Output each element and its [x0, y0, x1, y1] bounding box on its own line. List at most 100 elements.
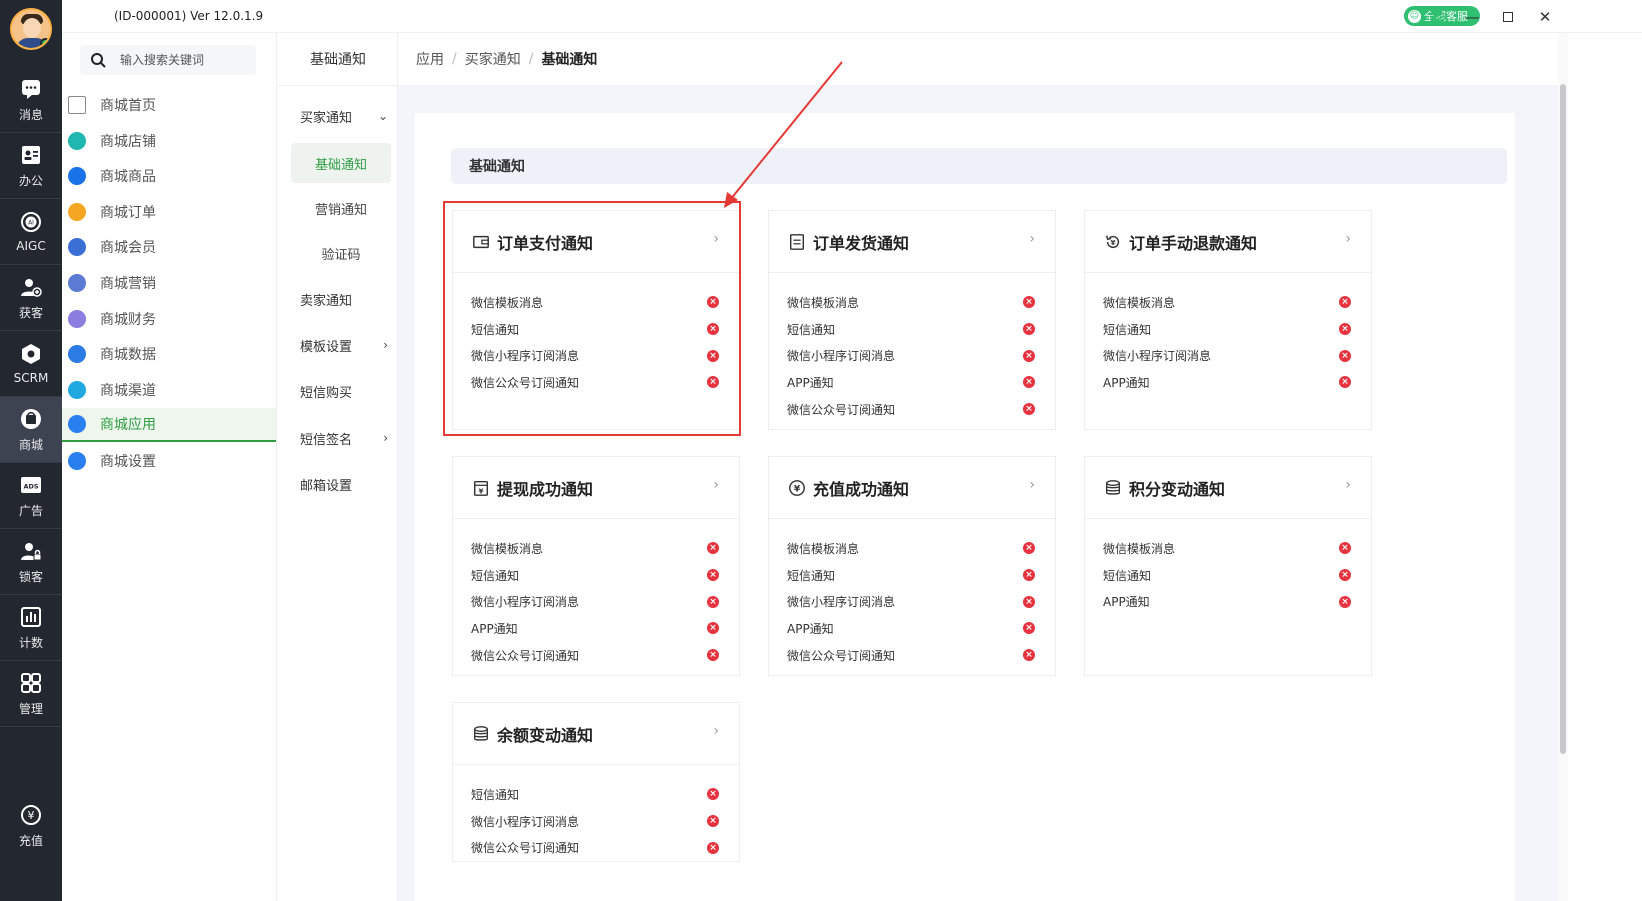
menu-item-3[interactable]: 商城商品	[62, 159, 276, 193]
disabled-status-icon[interactable]: ×	[1339, 542, 1351, 555]
close-button[interactable]: ✕	[1535, 7, 1555, 27]
disabled-status-icon[interactable]: ×	[1023, 403, 1035, 416]
disabled-status-icon[interactable]: ×	[707, 841, 719, 854]
notification-submenu: 基础通知 买家通知 ⌄ 基础通知 营销通知 验证码 卖家通知 模板设置 › 短信购买 短信签名 › 邮…	[278, 33, 398, 901]
submenu-item-1[interactable]: 买家通知 ⌄	[300, 96, 392, 136]
card-title: 余额变动通知	[497, 725, 594, 745]
chevron-right-icon[interactable]: ›	[1029, 231, 1035, 247]
maximize-button[interactable]	[1498, 7, 1518, 27]
notification-card[interactable]: ¥ 订单手动退款通知 › 微信模板消息 × 短信通知 × 微信小程序订阅消息 × APP通知 ×	[1084, 210, 1372, 430]
submenu-item-3[interactable]: 营销通知	[291, 188, 391, 228]
disabled-status-icon[interactable]: ×	[707, 622, 719, 635]
menu-item-2[interactable]: 商城店铺	[62, 124, 276, 158]
left-rail: 消息 办公 AI AIGC 获客 SCRM 商城 ADS 广告 锁客 计数 管理 ¥ 充值	[0, 0, 62, 901]
notification-card[interactable]: ¥ 充值成功通知 › 微信模板消息 × 短信通知 × 微信小程序订阅消息 × APP通知 × 微信公众…	[768, 456, 1056, 676]
disabled-status-icon[interactable]: ×	[707, 649, 719, 662]
channel-row: 微信公众号订阅通知 ×	[787, 642, 1037, 669]
title-bar: (ID-000001) Ver 12.0.1.9 ☺ 全域客服	[62, 0, 1642, 33]
submenu-item-label: 模板设置	[300, 339, 353, 355]
card-body: 微信模板消息 × 短信通知 × 微信小程序订阅消息 × APP通知 × 微信公众号订阅通知 ×	[769, 519, 1055, 680]
rail-item-9[interactable]: 计数	[0, 595, 62, 661]
disabled-status-icon[interactable]: ×	[1023, 595, 1035, 608]
submenu-item-5[interactable]: 卖家通知	[300, 279, 392, 319]
card-header[interactable]: 积分变动通知 ›	[1085, 457, 1371, 519]
disabled-status-icon[interactable]: ×	[1023, 649, 1035, 662]
disabled-status-icon[interactable]: ×	[707, 569, 719, 582]
disabled-status-icon[interactable]: ×	[1023, 542, 1035, 555]
rail-item-10[interactable]: 管理	[0, 661, 62, 727]
chevron-right-icon[interactable]: ›	[1345, 477, 1351, 493]
svg-text:¥: ¥	[794, 484, 801, 494]
menu-item-11[interactable]: 商城设置	[62, 444, 276, 478]
submenu-item-6[interactable]: 模板设置 ›	[300, 325, 392, 365]
notification-card[interactable]: 积分变动通知 › 微信模板消息 × 短信通知 × APP通知 ×	[1084, 456, 1372, 676]
submenu-item-2[interactable]: 基础通知	[291, 143, 391, 183]
submenu-item-7[interactable]: 短信购买	[300, 371, 392, 411]
rail-item-11[interactable]: ¥ 充值	[0, 793, 62, 859]
disabled-status-icon[interactable]: ×	[1023, 349, 1035, 362]
menu-item-4[interactable]: 商城订单	[62, 195, 276, 229]
chevron-right-icon: ›	[383, 338, 388, 352]
notification-card[interactable]: 订单发货通知 › 微信模板消息 × 短信通知 × 微信小程序订阅消息 × APP通知 × 微信公众号…	[768, 210, 1056, 430]
card-header[interactable]: 余额变动通知 ›	[453, 703, 739, 765]
disabled-status-icon[interactable]: ×	[1339, 376, 1351, 389]
rail-item-3[interactable]: AI AIGC	[0, 199, 62, 265]
search-box[interactable]	[80, 45, 256, 75]
scrollbar[interactable]	[1560, 84, 1566, 754]
disabled-status-icon[interactable]: ×	[1023, 569, 1035, 582]
card-header[interactable]: ¥ 提现成功通知 ›	[453, 457, 739, 519]
data-icon	[68, 345, 86, 364]
notification-card[interactable]: ¥ 提现成功通知 › 微信模板消息 × 短信通知 × 微信小程序订阅消息 × APP通知 × 微信公众…	[452, 456, 740, 676]
notification-card[interactable]: 余额变动通知 › 短信通知 × 微信小程序订阅消息 × 微信公众号订阅通知 ×	[452, 702, 740, 862]
rail-item-2[interactable]: 办公	[0, 133, 62, 199]
disabled-status-icon[interactable]: ×	[1339, 296, 1351, 309]
submenu-item-4[interactable]: 验证码	[291, 233, 391, 273]
annotation-arrow-icon	[724, 61, 843, 208]
card-header[interactable]: 订单发货通知 ›	[769, 211, 1055, 273]
disabled-status-icon[interactable]: ×	[1023, 622, 1035, 635]
disabled-status-icon[interactable]: ×	[1023, 296, 1035, 309]
chevron-right-icon[interactable]: ›	[713, 477, 719, 493]
disabled-status-icon[interactable]: ×	[1339, 569, 1351, 582]
disabled-status-icon[interactable]: ×	[1339, 595, 1351, 608]
home-icon	[68, 96, 86, 114]
submenu-item-8[interactable]: 短信签名 ›	[300, 418, 392, 458]
refund-icon: ¥	[1103, 232, 1123, 252]
rail-item-8[interactable]: 锁客	[0, 529, 62, 595]
channel-label: 微信模板消息	[471, 541, 544, 556]
avatar[interactable]	[10, 8, 52, 50]
disabled-status-icon[interactable]: ×	[707, 788, 719, 801]
menu-item-7[interactable]: 商城财务	[62, 302, 276, 336]
minimize-button[interactable]: —	[1462, 7, 1482, 27]
disabled-status-icon[interactable]: ×	[707, 542, 719, 555]
disabled-status-icon[interactable]: ×	[707, 815, 719, 828]
menu-item-6[interactable]: 商城营销	[62, 266, 276, 300]
disabled-status-icon[interactable]: ×	[1023, 376, 1035, 389]
breadcrumb-item[interactable]: 应用	[416, 49, 444, 69]
rail-item-1[interactable]: 消息	[0, 67, 62, 133]
breadcrumb-item[interactable]: 买家通知	[465, 49, 521, 69]
submenu-item-9[interactable]: 邮箱设置	[300, 464, 392, 504]
chevron-right-icon[interactable]: ›	[713, 723, 719, 739]
search-input[interactable]	[120, 53, 240, 67]
disabled-status-icon[interactable]: ×	[1339, 323, 1351, 336]
menu-item-5[interactable]: 商城会员	[62, 230, 276, 264]
rail-item-6[interactable]: 商城	[0, 397, 62, 463]
menu-item-8[interactable]: 商城数据	[62, 337, 276, 371]
chevron-right-icon[interactable]: ›	[1345, 231, 1351, 247]
card-header[interactable]: ¥ 订单手动退款通知 ›	[1085, 211, 1371, 273]
disabled-status-icon[interactable]: ×	[1023, 323, 1035, 336]
disabled-status-icon[interactable]: ×	[1339, 349, 1351, 362]
rail-item-5[interactable]: SCRM	[0, 331, 62, 397]
submenu-item-label: 营销通知	[314, 202, 367, 218]
menu-item-10[interactable]: 商城应用	[62, 408, 276, 443]
layers-icon[interactable]	[1427, 7, 1447, 27]
rail-item-7[interactable]: ADS 广告	[0, 463, 62, 529]
card-title: 订单发货通知	[813, 233, 910, 253]
menu-item-1[interactable]: 商城首页	[62, 88, 276, 122]
card-header[interactable]: ¥ 充值成功通知 ›	[769, 457, 1055, 519]
menu-item-9[interactable]: 商城渠道	[62, 373, 276, 407]
chevron-right-icon[interactable]: ›	[1029, 477, 1035, 493]
rail-item-4[interactable]: 获客	[0, 265, 62, 331]
disabled-status-icon[interactable]: ×	[707, 595, 719, 608]
